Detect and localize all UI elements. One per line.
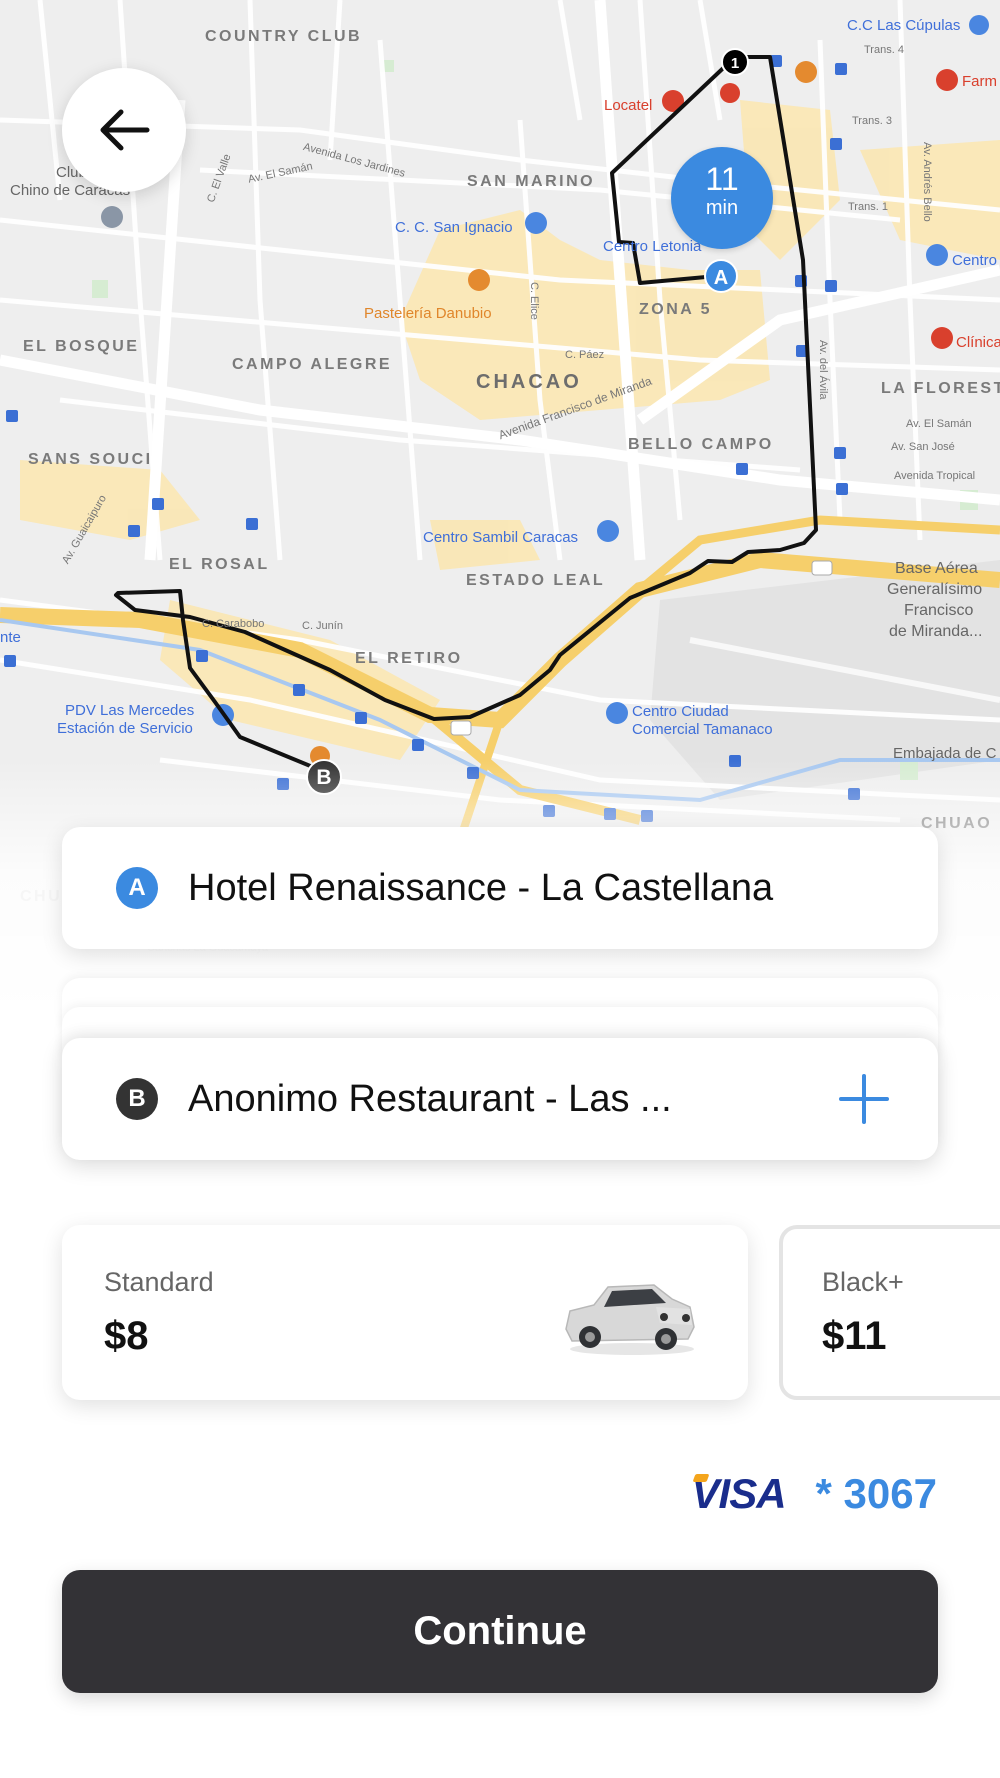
car-icon: [565, 1284, 695, 1355]
card-last-four: * 3067: [815, 1470, 937, 1517]
map-label-c-paez: C. Páez: [565, 349, 605, 361]
ride-option-standard[interactable]: Standard $8: [62, 1225, 748, 1400]
map-label-c-elice: C. Elice: [528, 282, 540, 320]
eta-bubble: 11 min: [671, 147, 773, 249]
map-label-av-san-jose: Av. San José: [891, 441, 955, 453]
back-button[interactable]: [62, 68, 186, 192]
map-label-el-retiro: EL RETIRO: [355, 650, 463, 667]
map-label-chuao: CHUAO: [921, 815, 993, 832]
map-label-sans-souci: SANS SOUCI: [28, 451, 153, 468]
dropoff-address: Anonimo Restaurant - Las ...: [188, 1077, 672, 1120]
map-label-base-aerea: Base Aérea: [895, 560, 978, 577]
map-label-chu: CHU: [20, 888, 63, 905]
dropoff-location-field[interactable]: B Anonimo Restaurant - Las ...: [62, 1038, 938, 1160]
map-label-cc-las-cupulas: C.C Las Cúpulas: [847, 17, 961, 34]
map-label-locatel: Locatel: [604, 97, 653, 114]
eta-unit: min: [705, 197, 739, 219]
map-label-estado-leal: ESTADO LEAL: [466, 572, 606, 589]
ride-option-black-plus[interactable]: Black+ $11: [779, 1225, 1000, 1400]
map-label-farm: Farm: [962, 73, 997, 90]
eta-value: 11: [705, 161, 739, 197]
map-label-pdv-las-mercedes: PDV Las Mercedes: [65, 702, 195, 719]
map-label-centro: Centro: [952, 252, 998, 269]
map-label-av-andres-bello: Av. Andrés Bello: [921, 142, 933, 222]
map-label-generalisimo: Generalísimo: [887, 581, 983, 598]
route-waypoint-1: 1: [721, 48, 749, 76]
map-label-bello-campo: BELLO CAMPO: [628, 436, 774, 453]
ride-option-name: Black+: [822, 1267, 904, 1297]
map-label-embajada: Embajada de C: [893, 745, 997, 762]
map-label-trans-3: Trans. 3: [852, 115, 892, 127]
plus-icon[interactable]: [838, 1073, 890, 1125]
pickup-address: Hotel Renaissance - La Castellana: [188, 866, 774, 909]
map-label-av-el-saman-right: Av. El Samán: [906, 418, 972, 430]
map-label-c-carabobo: C. Carabobo: [202, 618, 265, 630]
visa-logo-accent: [692, 1474, 709, 1482]
map-label-av-tropical: Avenida Tropical: [894, 470, 976, 482]
map-label-estacion-de-servicio: Estación de Servicio: [57, 720, 193, 737]
map-label-pasteleria-danubio: Pastelería Danubio: [364, 305, 492, 322]
map-label-centro-letonia: Centro Letonia: [603, 238, 702, 255]
map-label-chacao: CHACAO: [476, 371, 582, 393]
map-label-trans-4: Trans. 4: [864, 44, 904, 56]
ride-option-name: Standard: [104, 1267, 214, 1297]
payment-method[interactable]: VISA * 3067: [692, 1470, 937, 1518]
ride-option-price: $11: [822, 1314, 887, 1358]
pickup-badge: A: [116, 867, 158, 909]
map-label-country-club: COUNTRY CLUB: [205, 28, 363, 45]
map-label-trans-1: Trans. 1: [848, 201, 888, 213]
map-pin-dropoff[interactable]: B: [306, 759, 342, 795]
arrow-left-icon: [100, 109, 150, 151]
map-label-el-rosal: EL ROSAL: [169, 556, 270, 573]
map-label-nte: nte: [0, 629, 21, 646]
map-label-francisco: Francisco: [904, 602, 974, 619]
map-label-el-bosque: EL BOSQUE: [23, 338, 140, 355]
map-label-zona-5: ZONA 5: [639, 301, 713, 318]
ride-option-price: $8: [104, 1314, 149, 1358]
map-label-cc-san-ignacio: C. C. San Ignacio: [395, 219, 513, 236]
map-label-av-del-avila: Av. del Ávila: [817, 340, 829, 400]
map-pin-pickup[interactable]: A: [704, 259, 738, 293]
map-label-comercial-tamanaco: Comercial Tamanaco: [632, 721, 773, 738]
map-label-san-marino: SAN MARINO: [467, 173, 596, 190]
map-label-clinica: Clínica: [956, 334, 1000, 351]
map-label-centro-ciudad: Centro Ciudad: [632, 703, 729, 720]
dropoff-badge: B: [116, 1078, 158, 1120]
map-label-c-junin: C. Junín: [302, 620, 343, 632]
map-label-centro-sambil: Centro Sambil Caracas: [423, 529, 579, 546]
continue-button[interactable]: Continue: [62, 1570, 938, 1693]
pickup-location-field[interactable]: A Hotel Renaissance - La Castellana: [62, 827, 938, 949]
map-label-la-floresta: LA FLOREST: [881, 380, 1000, 397]
map-label-campo-alegre: CAMPO ALEGRE: [232, 356, 393, 373]
map-label-de-miranda: de Miranda...: [889, 623, 983, 640]
visa-logo: VISA: [692, 1470, 787, 1518]
